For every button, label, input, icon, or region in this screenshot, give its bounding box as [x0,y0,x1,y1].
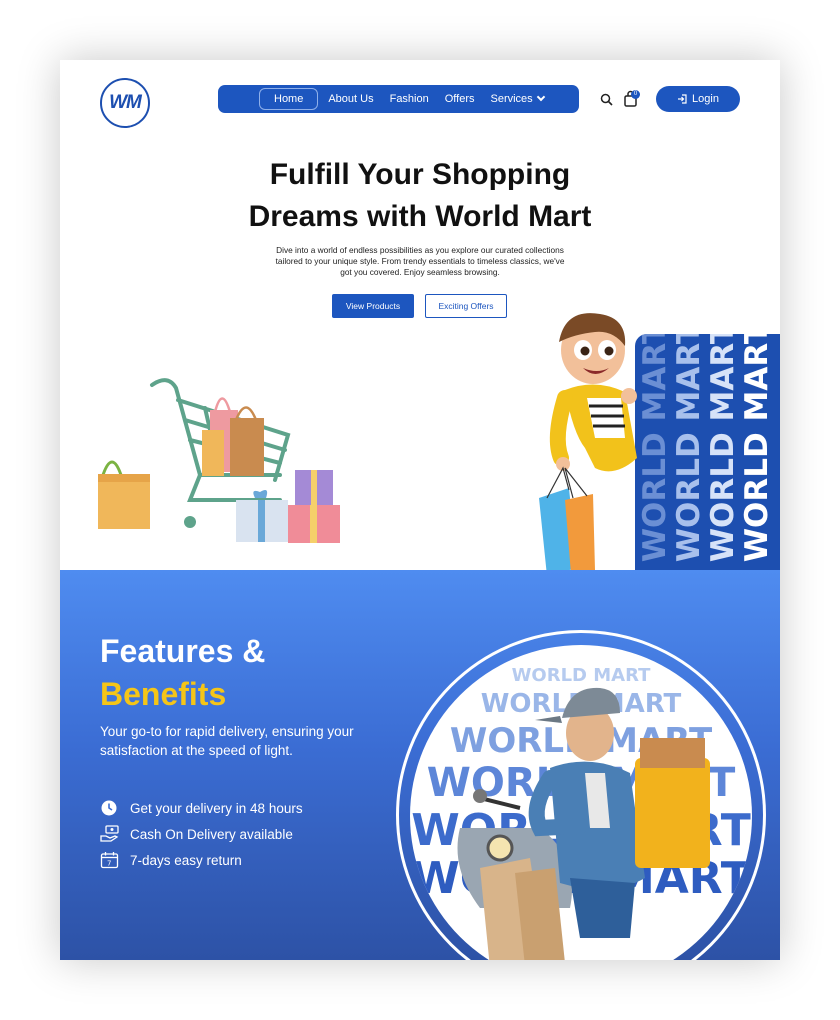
page-frame: WM Home About Us Fashion Offers Services… [60,60,780,960]
view-products-button[interactable]: View Products [332,294,414,318]
banner-text-3: WORLD MART [705,334,741,562]
feature-label: Cash On Delivery available [130,826,293,842]
feature-item: Cash On Delivery available [100,821,303,847]
login-icon [678,94,687,104]
feature-label: 7-days easy return [130,852,242,868]
delivery-rider-illustration [457,687,710,960]
features-description: Your go-to for rapid delivery, ensuring … [100,724,354,758]
login-button[interactable]: Login [656,86,740,112]
feature-item: 7 7-days easy return [100,847,303,873]
cash-hand-icon [100,825,119,842]
main-nav: Home About Us Fashion Offers Services [218,85,579,113]
logo-text: WM [109,92,142,113]
svg-text:7: 7 [107,860,111,868]
hero-title-line1: Fulfill Your Shopping [269,158,571,191]
nav-fashion[interactable]: Fashion [382,88,437,110]
banner-text-2: WORLD MART [671,334,707,562]
features-title: Features & [100,633,266,669]
feature-item: Get your delivery in 48 hours [100,795,303,821]
nav-about-us[interactable]: About Us [320,88,381,110]
cart-count-badge: 0 [631,90,640,99]
world-mart-banner: WORLD MART WORLD MART WORLD MART WORLD M… [635,334,780,570]
clock-icon [101,800,117,816]
nav-offers[interactable]: Offers [437,88,483,110]
feature-label: Get your delivery in 48 hours [130,800,303,816]
nav-services[interactable]: Services [483,88,552,110]
hero-title: Fulfill Your Shopping Dreams with World … [60,154,780,238]
features-list: Get your delivery in 48 hours Cash On De… [100,795,303,873]
shopper-character-illustration [539,313,637,576]
benefits-title: Benefits [100,676,227,712]
hero-subtitle: Dive into a world of endless possibiliti… [275,245,565,277]
exciting-offers-button[interactable]: Exciting Offers [425,294,507,318]
hero-title-line2: Dreams with World Mart [248,200,592,233]
calendar-icon: 7 [100,852,119,869]
banner-text-4: WORLD MART [739,334,775,562]
features-section: Features & Benefits Your go-to for rapid… [60,570,780,960]
nav-home[interactable]: Home [259,88,319,110]
login-label: Login [692,93,719,105]
chevron-down-icon [536,92,545,102]
logo[interactable]: WM [100,78,150,128]
search-icon[interactable] [600,93,613,106]
shopping-cart-illustration [98,378,340,543]
